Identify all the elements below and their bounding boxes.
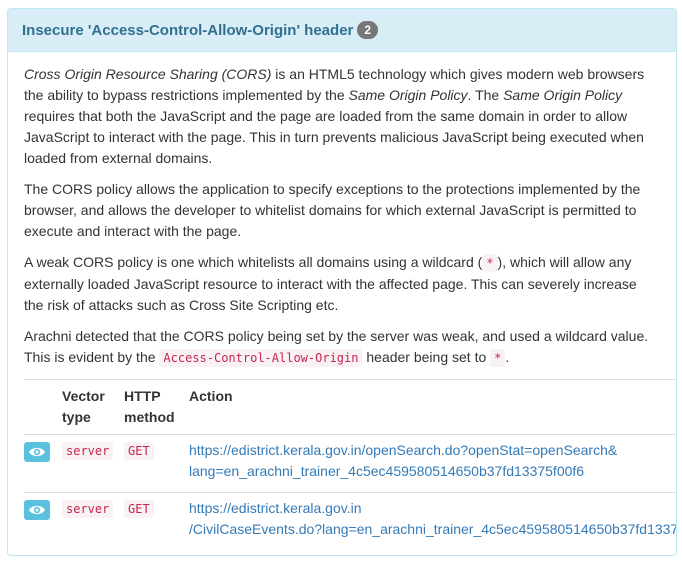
table-row: server GET https://edistrict.kerala.gov.…: [24, 492, 676, 550]
cors-term: Cross Origin Resource Sharing (CORS): [24, 66, 272, 82]
eye-icon: [29, 447, 45, 457]
http-method: GET: [124, 442, 154, 460]
description-paragraph-3: A weak CORS policy is one which whitelis…: [24, 254, 637, 313]
view-button[interactable]: [24, 500, 50, 520]
count-badge: 2: [357, 21, 379, 39]
table-row: server GET https://edistrict.kerala.gov.…: [24, 434, 676, 493]
action-url-link[interactable]: https://edistrict.kerala.gov.in/CivilCas…: [189, 500, 676, 537]
vector-type: server: [62, 442, 114, 460]
vector-type: server: [62, 500, 114, 518]
header-vector-type: Vector type: [60, 379, 124, 435]
header-blank: [24, 379, 60, 435]
http-method: GET: [124, 500, 154, 518]
wildcard-code: *: [490, 349, 506, 367]
vectors-table: Vector type HTTP method Action server GE…: [24, 379, 676, 550]
action-url-link[interactable]: https://edistrict.kerala.gov.in/openSear…: [189, 442, 617, 479]
sop-term: Same Origin Policy: [503, 87, 623, 103]
table-header-row: Vector type HTTP method Action: [24, 379, 676, 435]
eye-icon: [29, 505, 45, 515]
issue-panel: Insecure 'Access-Control-Allow-Origin' h…: [7, 8, 677, 556]
description-paragraph-4: Arachni detected that the CORS policy be…: [24, 328, 649, 367]
description-paragraph-1: Cross Origin Resource Sharing (CORS) is …: [24, 66, 645, 166]
header-http-method: HTTP method: [124, 379, 189, 435]
panel-body: Cross Origin Resource Sharing (CORS) is …: [8, 52, 676, 550]
panel-heading: Insecure 'Access-Control-Allow-Origin' h…: [8, 9, 676, 52]
description-paragraph-2: The CORS policy allows the application t…: [24, 181, 641, 239]
header-action: Action: [189, 379, 676, 435]
panel-title: Insecure 'Access-Control-Allow-Origin' h…: [22, 21, 354, 39]
wildcard-code: *: [482, 254, 498, 272]
sop-term: Same Origin Policy: [348, 87, 468, 103]
view-button[interactable]: [24, 442, 50, 462]
header-name-code: Access-Control-Allow-Origin: [159, 349, 363, 367]
